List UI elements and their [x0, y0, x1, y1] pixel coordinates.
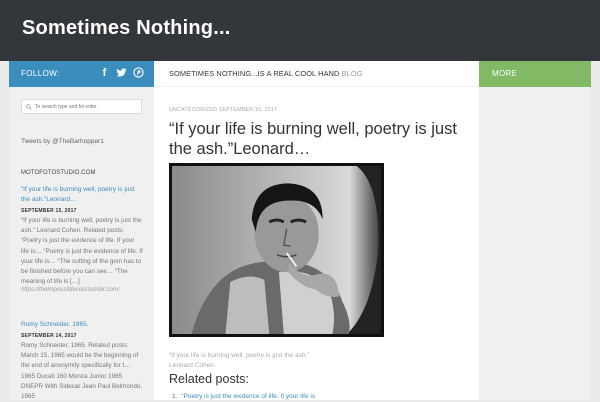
- breadcrumb-site[interactable]: SOMETIMES NOTHING...IS A REAL COOL HAND: [169, 69, 340, 78]
- feed-item-title[interactable]: “If your life is burning well, poetry is…: [21, 185, 144, 205]
- site-header: Sometimes Nothing...: [0, 0, 600, 61]
- search-field[interactable]: [21, 99, 142, 114]
- breadcrumb: SOMETIMES NOTHING...IS A REAL COOL HAND …: [154, 61, 479, 87]
- search-input[interactable]: [35, 103, 135, 110]
- pinterest-icon[interactable]: [133, 67, 144, 79]
- feed-item-date: SEPTEMBER 15, 2017: [21, 208, 77, 214]
- facebook-icon[interactable]: f: [99, 67, 110, 79]
- feed-item-title[interactable]: Romy Schneider, 1965.: [21, 320, 144, 330]
- post-title[interactable]: “If your life is burning well, poetry is…: [169, 119, 469, 159]
- photo-caption: “If your life is burning well, poetry is…: [169, 351, 310, 370]
- caption-quote: “If your life is burning well, poetry is…: [169, 352, 310, 359]
- feed-item-link[interactable]: https://theimpossiblecool.tumblr.com/: [21, 287, 144, 293]
- related-post-title[interactable]: “Poetry is just the evidence of life. If…: [181, 393, 315, 400]
- search-icon: [26, 103, 32, 110]
- feed-heading[interactable]: MOTOFOTOSTUDIO.COM: [21, 170, 96, 176]
- related-post-number: 1.: [172, 393, 178, 400]
- main-content: SOMETIMES NOTHING...IS A REAL COOL HAND …: [154, 61, 479, 400]
- post-meta: UNCATEGORIZED SEPTEMBER 15, 2017: [169, 107, 278, 113]
- feed-item-excerpt: “If your life is burning well, poetry is…: [21, 217, 143, 286]
- more-label: MORE: [492, 69, 518, 78]
- social-icons: f: [99, 67, 144, 79]
- feed-item: Romy Schneider, 1965. SEPTEMBER 14, 2017…: [21, 320, 144, 402]
- feed-item-excerpt: Romy Schneider, 1965. Related posts: Mar…: [21, 342, 143, 401]
- tweets-link[interactable]: Tweets by @TheBarhopper1: [21, 138, 104, 145]
- caption-author: Leonard Cohen.: [169, 361, 216, 369]
- feed-item-date: SEPTEMBER 14, 2017: [21, 333, 77, 339]
- twitter-icon[interactable]: [116, 67, 127, 79]
- related-heading: Related posts:: [169, 372, 249, 386]
- more-bar[interactable]: MORE: [479, 61, 591, 87]
- right-sidebar: [479, 87, 591, 400]
- related-post-link[interactable]: 1. “Poetry is just the evidence of life. …: [172, 393, 315, 400]
- left-sidebar: Tweets by @TheBarhopper1 MOTOFOTOSTUDIO.…: [9, 87, 154, 400]
- site-title[interactable]: Sometimes Nothing...: [22, 17, 230, 40]
- breadcrumb-blog[interactable]: BLOG: [342, 69, 363, 78]
- follow-bar: FOLLOW: f: [9, 61, 154, 87]
- post-photo[interactable]: [169, 163, 384, 337]
- feed-item: “If your life is burning well, poetry is…: [21, 185, 144, 293]
- follow-label: FOLLOW:: [21, 69, 60, 78]
- portrait-image: [172, 166, 381, 334]
